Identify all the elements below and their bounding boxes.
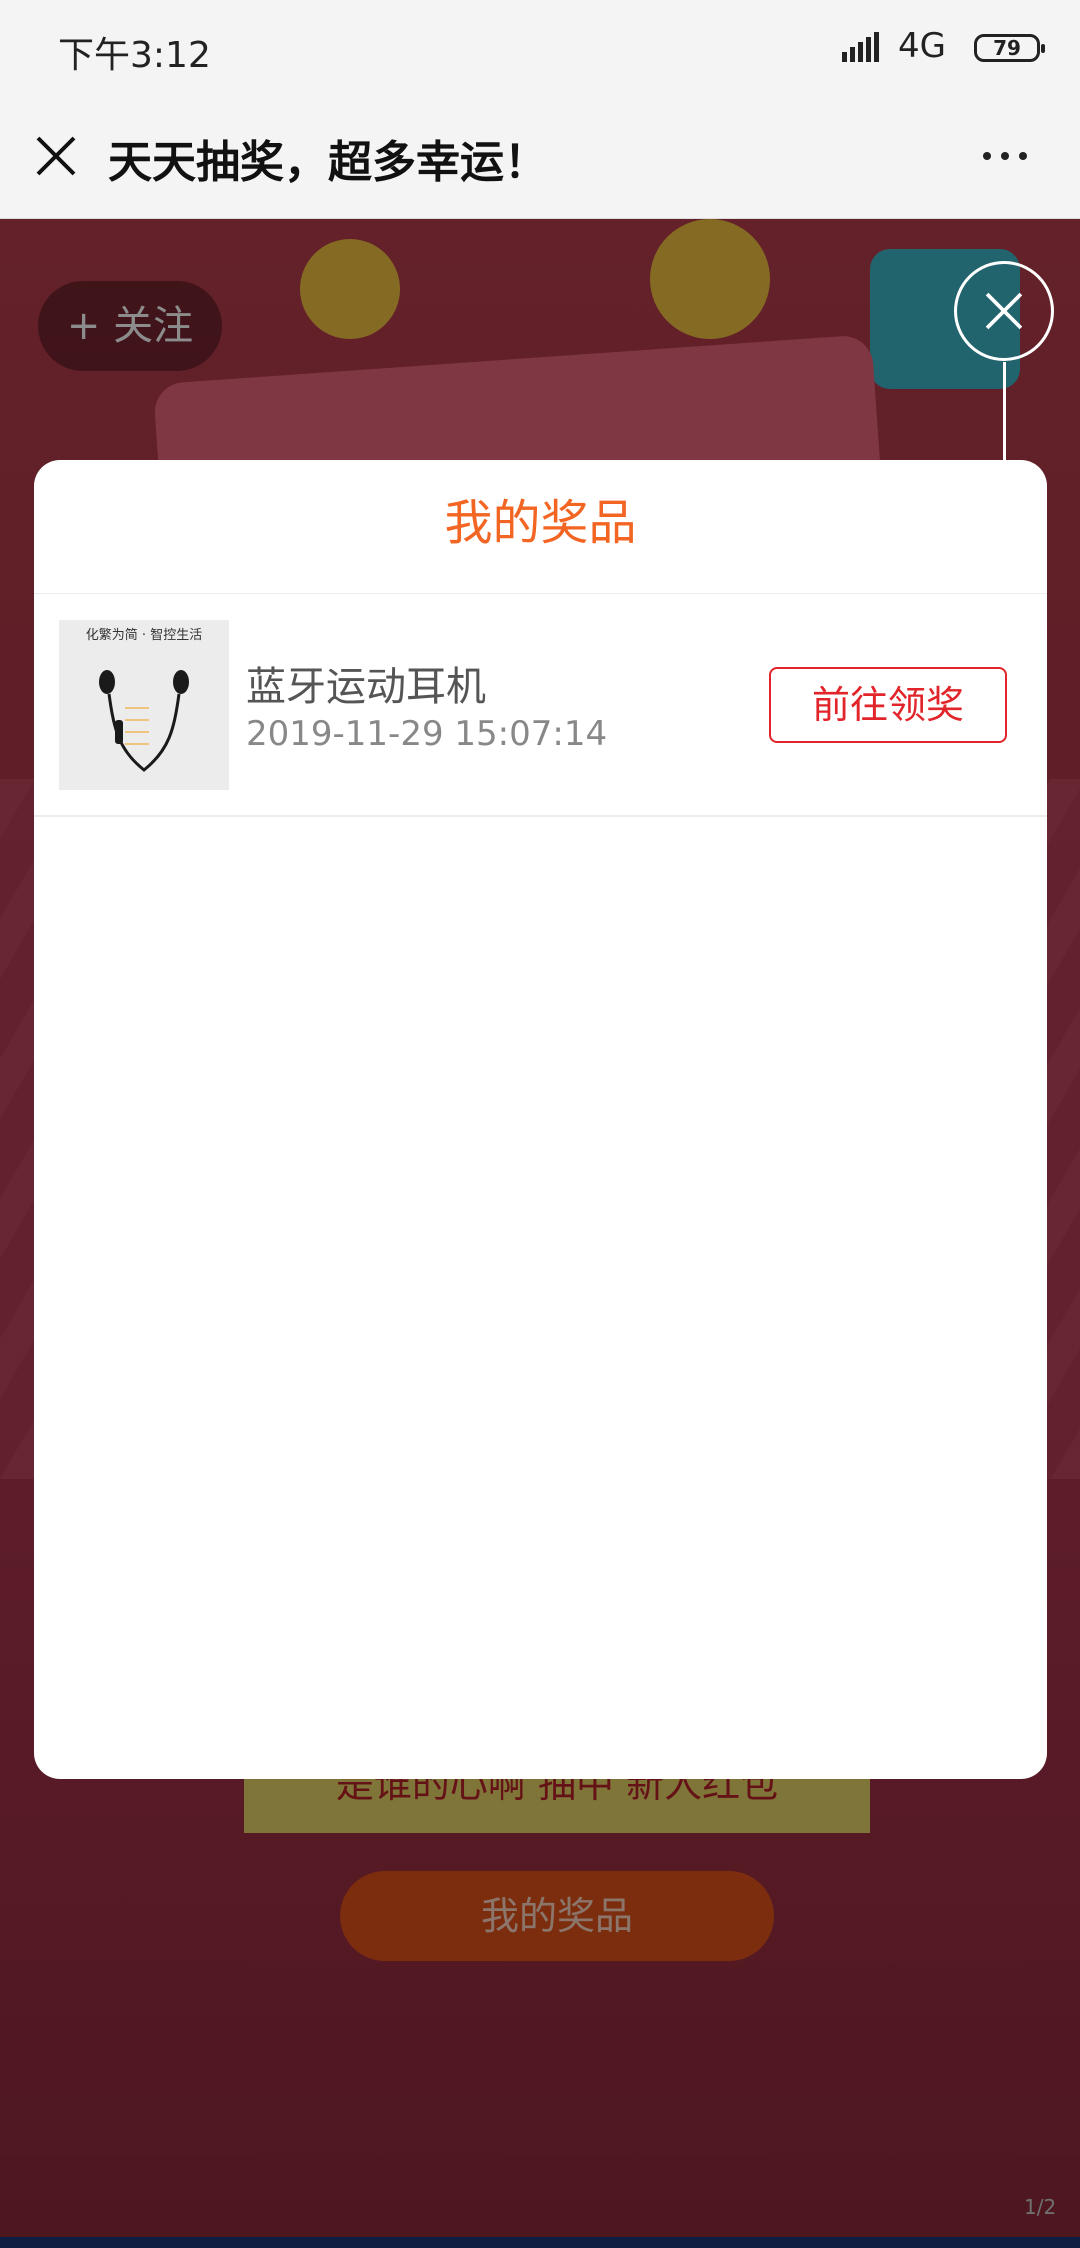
page-title: 天天抽奖，超多幸运！: [108, 137, 548, 188]
modal-title: 我的奖品: [34, 460, 1047, 594]
signal-icon: [842, 32, 879, 62]
close-icon[interactable]: [26, 126, 86, 186]
claim-prize-button[interactable]: 前往领奖: [769, 667, 1007, 743]
status-time: 下午3:12: [58, 35, 211, 76]
status-bar: 下午3:12 4G 79: [0, 0, 1080, 96]
prize-date: 2019-11-29 15:07:14: [246, 714, 608, 754]
more-options-icon[interactable]: [960, 136, 1050, 176]
network-label: 4G: [898, 26, 946, 66]
prize-name: 蓝牙运动耳机: [246, 664, 486, 710]
prize-thumbnail: 化繁为简 · 智控生活: [59, 620, 229, 790]
modal-close-icon[interactable]: [954, 261, 1054, 361]
earphones-icon: [99, 670, 189, 772]
battery-icon: 79: [974, 34, 1045, 62]
my-prizes-modal: 我的奖品 化繁为简 · 智控生活 蓝牙运动耳机 2019-11-29 15:07…: [34, 460, 1047, 1779]
prize-list-item: 化繁为简 · 智控生活 蓝牙运动耳机 2019-11-29 15:07:14 前…: [34, 594, 1047, 817]
title-bar: 天天抽奖，超多幸运！: [0, 96, 1080, 219]
modal-close-connector: [1003, 362, 1006, 462]
thumbnail-caption: 化繁为简 · 智控生活: [85, 628, 203, 643]
